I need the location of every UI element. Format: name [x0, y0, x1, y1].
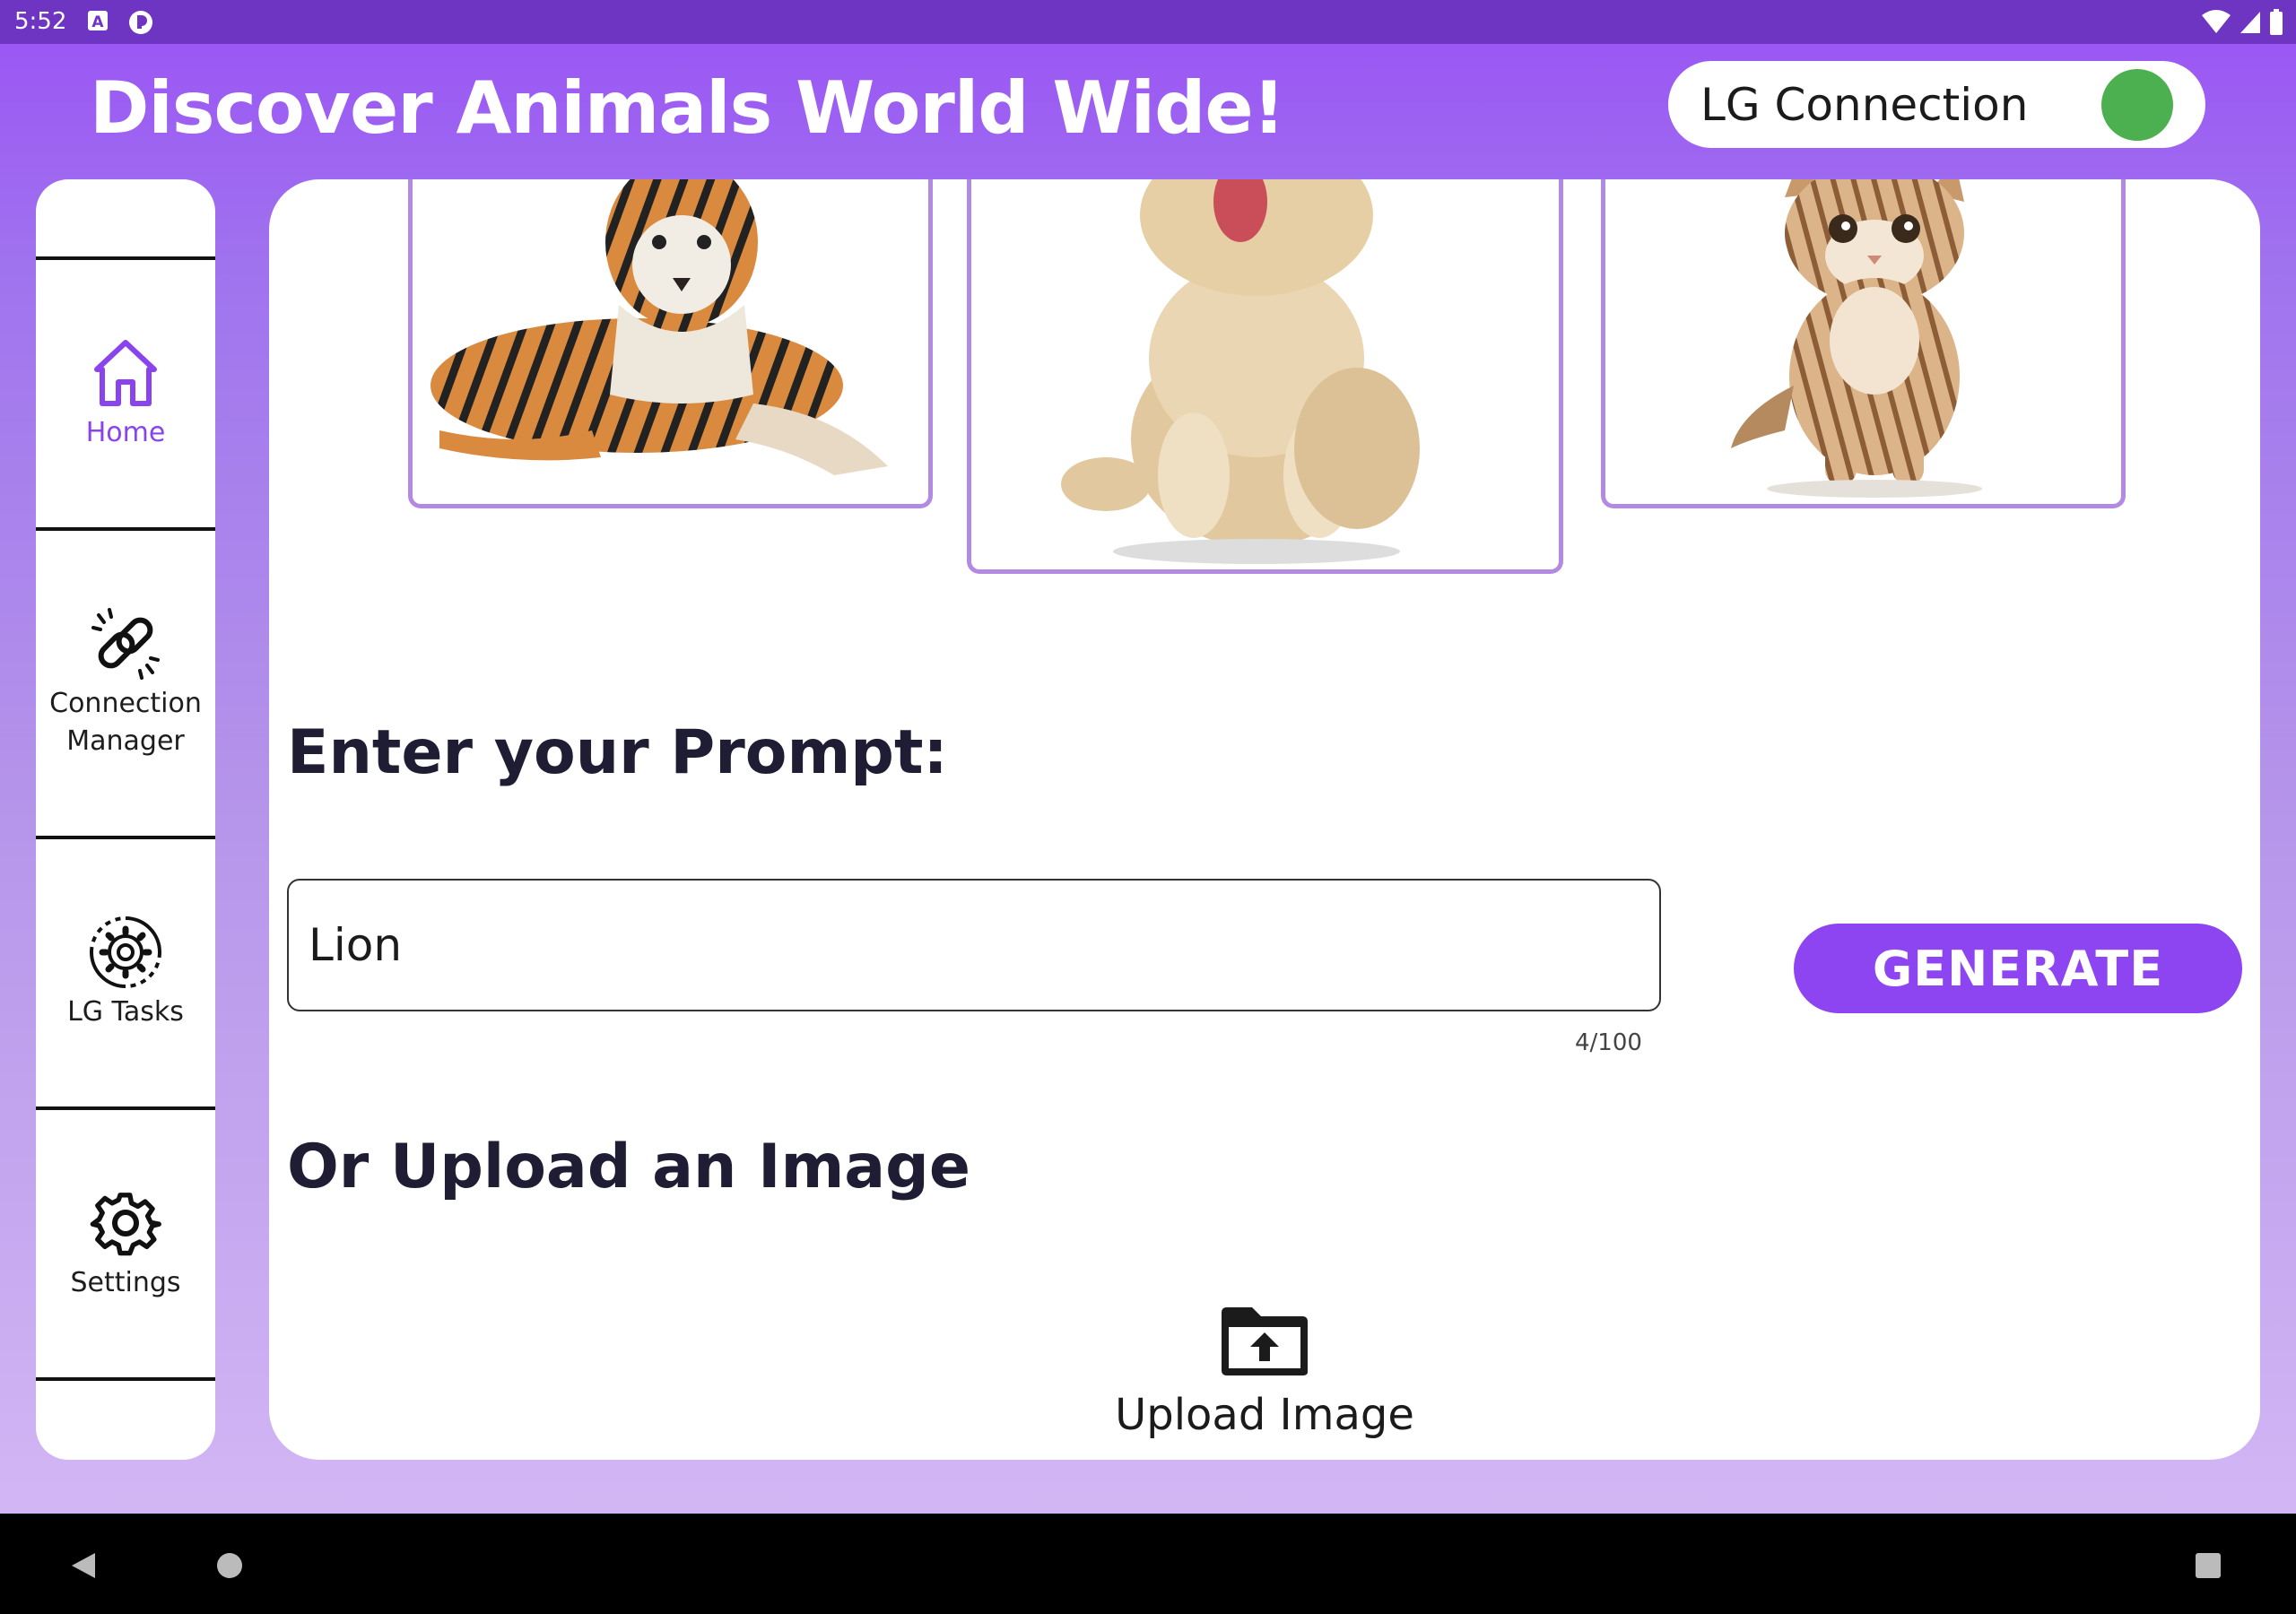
recents-icon[interactable] — [2194, 1551, 2222, 1584]
status-bar: 5:52 A — [0, 0, 2296, 44]
back-icon[interactable] — [70, 1551, 97, 1584]
svg-text:A: A — [91, 13, 104, 31]
lg-connection-label: LG Connection — [1700, 79, 2029, 131]
cat-image — [1731, 179, 1982, 498]
cell-signal-icon — [2239, 10, 2262, 41]
prompt-heading: Enter your Prompt: — [287, 717, 948, 788]
animal-card-tiger[interactable] — [408, 179, 933, 508]
upload-image-button[interactable]: Upload Image — [1058, 1304, 1471, 1447]
app-background: 5:52 A Discover Animals World Wide! LG C… — [0, 0, 2296, 1514]
main-content: Enter your Prompt: 4/100 GENERATE Or Upl… — [269, 179, 2260, 1460]
animal-card-dog[interactable] — [967, 179, 1563, 574]
sidebar-item-label: Settings — [70, 1267, 181, 1298]
upload-heading: Or Upload an Image — [287, 1132, 970, 1202]
lg-connection-toggle[interactable]: LG Connection — [1668, 61, 2205, 148]
prompt-input[interactable] — [287, 879, 1661, 1011]
upload-image-label: Upload Image — [1115, 1390, 1414, 1440]
wifi-icon — [2201, 10, 2231, 41]
generate-button[interactable]: GENERATE — [1794, 924, 2242, 1013]
sidebar-divider — [36, 1377, 215, 1381]
sidebar-item-lg-tasks[interactable]: LG Tasks — [36, 839, 215, 1106]
home-icon — [88, 335, 163, 414]
tiger-image — [430, 179, 888, 475]
folder-upload-icon — [1218, 1304, 1311, 1383]
app-title: Discover Animals World Wide! — [90, 66, 1285, 150]
sidebar-item-settings[interactable]: Settings — [36, 1110, 215, 1377]
settings-icon — [88, 1185, 163, 1264]
sidebar-item-label: LG Tasks — [67, 996, 184, 1028]
app-notification-icon — [127, 9, 154, 42]
animal-card-cat[interactable] — [1601, 179, 2126, 508]
gear-cycle-icon — [88, 915, 163, 994]
sidebar-item-label: Home — [85, 417, 166, 448]
system-nav-bar — [0, 1514, 2296, 1614]
connection-status-indicator — [2101, 69, 2173, 141]
sidebar-item-label: Connection Manager — [49, 688, 202, 757]
sidebar-item-connection-manager[interactable]: Connection Manager — [36, 531, 215, 836]
character-counter: 4/100 — [1575, 1029, 1642, 1056]
link-icon — [88, 606, 163, 685]
sidebar-nav: Home Connection Manager LG Tasks Setting… — [36, 179, 215, 1460]
home-circle-icon[interactable] — [215, 1551, 244, 1584]
dog-image — [1061, 179, 1420, 564]
battery-icon — [2269, 9, 2283, 42]
sidebar-item-home[interactable]: Home — [36, 260, 215, 527]
status-time: 5:52 — [14, 8, 67, 35]
accessibility-a-icon: A — [86, 9, 109, 39]
